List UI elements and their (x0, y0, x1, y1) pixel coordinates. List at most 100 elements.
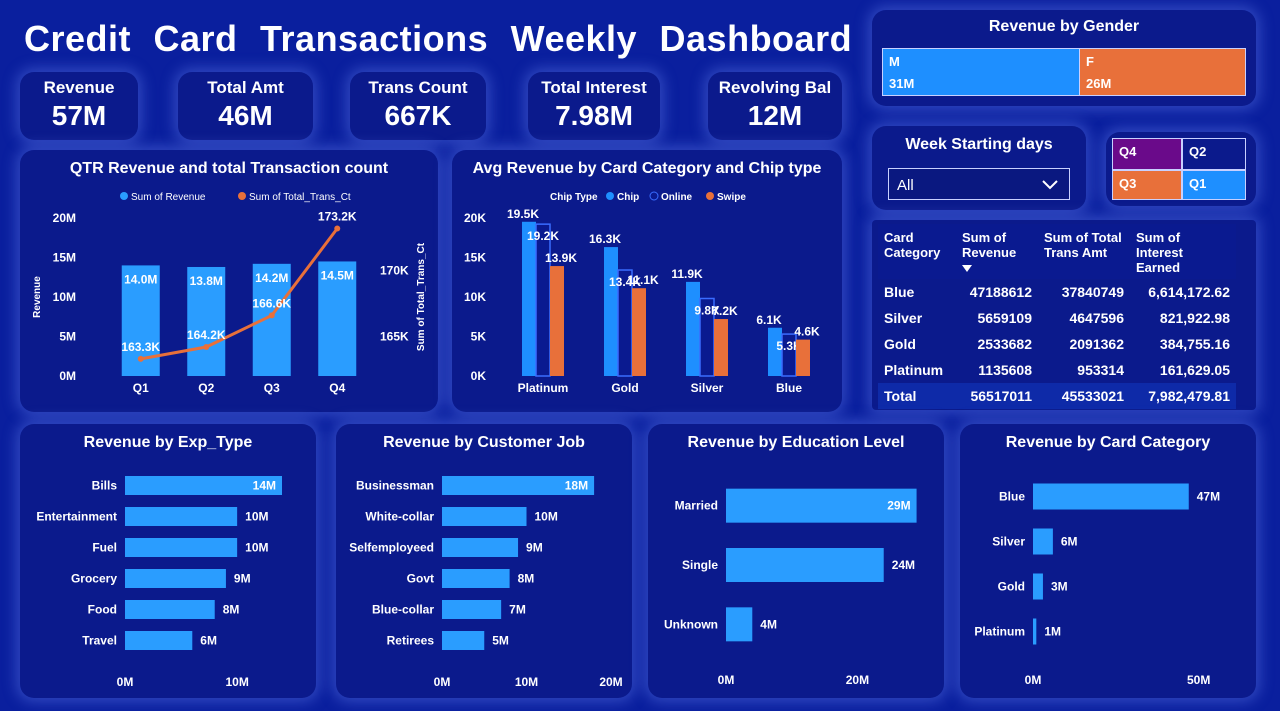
y-tick-label: 20M (53, 211, 76, 225)
y-tick-label: 15M (53, 251, 76, 265)
kpi-revenue: Revenue 57M (20, 72, 138, 140)
job-chart: Businessman 18M White-collar 10M Selfemploye… (349, 476, 623, 689)
matrix-header[interactable]: Card Category (878, 224, 956, 279)
category-label: Unknown (664, 617, 718, 631)
bar-data-label: 1M (1044, 625, 1061, 639)
h-bar (125, 600, 215, 619)
matrix-cell: Silver (884, 310, 923, 326)
category-label: Entertainment (36, 510, 117, 524)
matrix-cell: 1135608 (978, 362, 1032, 378)
bar-data-label: 7M (509, 603, 526, 617)
chip-bar (686, 281, 700, 376)
matrix-header-label: Sum of Revenue (962, 230, 1017, 260)
gender-segment-m[interactable]: M 31M (883, 49, 1080, 95)
matrix-header[interactable]: Sum of Total Trans Amt (1038, 224, 1130, 279)
x-tick-label: Q3 (264, 381, 280, 395)
bar-data-label: 24M (892, 558, 915, 572)
matrix-cell: Blue (884, 284, 915, 300)
y-tick-label: 0M (59, 369, 76, 383)
h-bar (442, 569, 510, 588)
bar-data-label: 4M (760, 617, 777, 631)
matrix-cell: 161,629.05 (1159, 362, 1230, 378)
qtr-chart-card: QTR Revenue and total Transaction count … (20, 150, 438, 412)
bar-data-label: 6.1K (756, 313, 782, 327)
trans-count-point (268, 312, 275, 319)
week-slicer-card: Week Starting days All (872, 126, 1086, 210)
bar-data-label: 13.8M (190, 274, 223, 288)
chip-bar (522, 221, 536, 376)
h-bar (125, 569, 226, 588)
h-bar (442, 507, 527, 526)
matrix-cell: Gold (884, 336, 916, 352)
y2-axis-label: Sum of Total_Trans_Ct (416, 242, 427, 351)
gender-name: M (889, 54, 900, 69)
bar-data-label: 11.1K (627, 273, 659, 287)
y2-tick-label: 165K (380, 330, 409, 344)
legend-label: Sum of Total_Trans_Ct (249, 192, 351, 203)
week-dropdown[interactable]: All (888, 168, 1070, 200)
line-data-label: 173.2K (318, 210, 357, 224)
gender-segment-f[interactable]: F 26M (1080, 49, 1245, 95)
quarter-q4[interactable]: Q4 (1112, 138, 1182, 170)
x-tick-label: 50M (1187, 673, 1210, 687)
matrix-cell: 953314 (1077, 362, 1124, 378)
quarter-q2[interactable]: Q2 (1182, 138, 1246, 170)
matrix-row: Silver 5659109 4647596 821,922.98 (878, 305, 1236, 331)
y-tick-label: 15K (464, 250, 486, 264)
gender-value: 26M (1086, 76, 1112, 91)
chart-title: Revenue by Exp_Type (83, 434, 253, 451)
x-tick-label: 0M (434, 675, 451, 689)
card-category-matrix: Card Category Sum of Revenue Sum of Tota… (872, 220, 1256, 410)
y-tick-label: 0K (471, 369, 487, 383)
y2-tick-label: 170K (380, 264, 409, 278)
h-bar (125, 507, 238, 526)
legend-marker (649, 191, 659, 201)
h-bar (125, 631, 193, 650)
bar-data-label: 14.2M (255, 271, 288, 285)
legend-marker (238, 192, 246, 200)
x-tick-label: Silver (691, 381, 724, 395)
h-bar (442, 631, 485, 650)
x-tick-label: 0M (117, 675, 134, 689)
category-label: Platinum (974, 625, 1025, 639)
line-data-label: 163.3K (121, 340, 160, 354)
matrix-header[interactable]: Sum of Interest Earned (1130, 224, 1236, 279)
matrix-cell: 37840749 (1061, 284, 1124, 300)
matrix-row: Blue 47188612 37840749 6,614,172.62 (878, 279, 1236, 305)
h-bar (1033, 483, 1189, 510)
x-tick-label: Q1 (133, 381, 149, 395)
y-tick-label: 20K (464, 211, 486, 225)
matrix-header-row: Card Category Sum of Revenue Sum of Tota… (878, 224, 1236, 279)
legend-label: Online (661, 192, 693, 203)
chip-bar (632, 288, 646, 376)
x-tick-label: 20M (599, 675, 622, 689)
kpi-label: Trans Count (368, 78, 468, 97)
gender-treemap: M 31M F 26M (882, 48, 1246, 96)
line-data-label: 166.6K (252, 296, 291, 310)
bar-data-label: 11.9K (671, 267, 703, 281)
matrix-cell: 7,982,479.81 (1130, 383, 1236, 409)
matrix-header[interactable]: Sum of Revenue (956, 224, 1038, 279)
matrix-table: Card Category Sum of Revenue Sum of Tota… (878, 224, 1236, 409)
legend-label: Swipe (717, 192, 746, 203)
trans-count-point (203, 344, 210, 351)
matrix-cell: 47188612 (969, 284, 1032, 300)
quarter-q1[interactable]: Q1 (1182, 170, 1246, 200)
trans-count-line (140, 227, 339, 361)
chip-chart-card: Avg Revenue by Card Category and Chip ty… (452, 150, 842, 412)
bar-data-label: 10M (245, 541, 268, 555)
chip-bar (714, 319, 728, 376)
y-tick-label: 10M (53, 290, 76, 304)
exp-chart: Bills 14M Entertainment 10M Fuel 10M Grocery 9M… (36, 476, 282, 689)
x-tick-label: Q2 (198, 381, 214, 395)
chart-title: Revenue by Card Category (1005, 434, 1211, 451)
category-label: Fuel (92, 541, 117, 555)
x-tick-label: 0M (718, 673, 735, 687)
x-tick-label: 20M (846, 673, 869, 687)
sort-desc-icon (962, 265, 972, 272)
x-tick-label: 0M (1025, 673, 1042, 687)
gender-title: Revenue by Gender (988, 18, 1140, 35)
quarter-q3[interactable]: Q3 (1112, 170, 1182, 200)
matrix-total-row: Total 56517011 45533021 7,982,479.81 (878, 383, 1236, 409)
kpi-label: Total Amt (207, 78, 284, 97)
